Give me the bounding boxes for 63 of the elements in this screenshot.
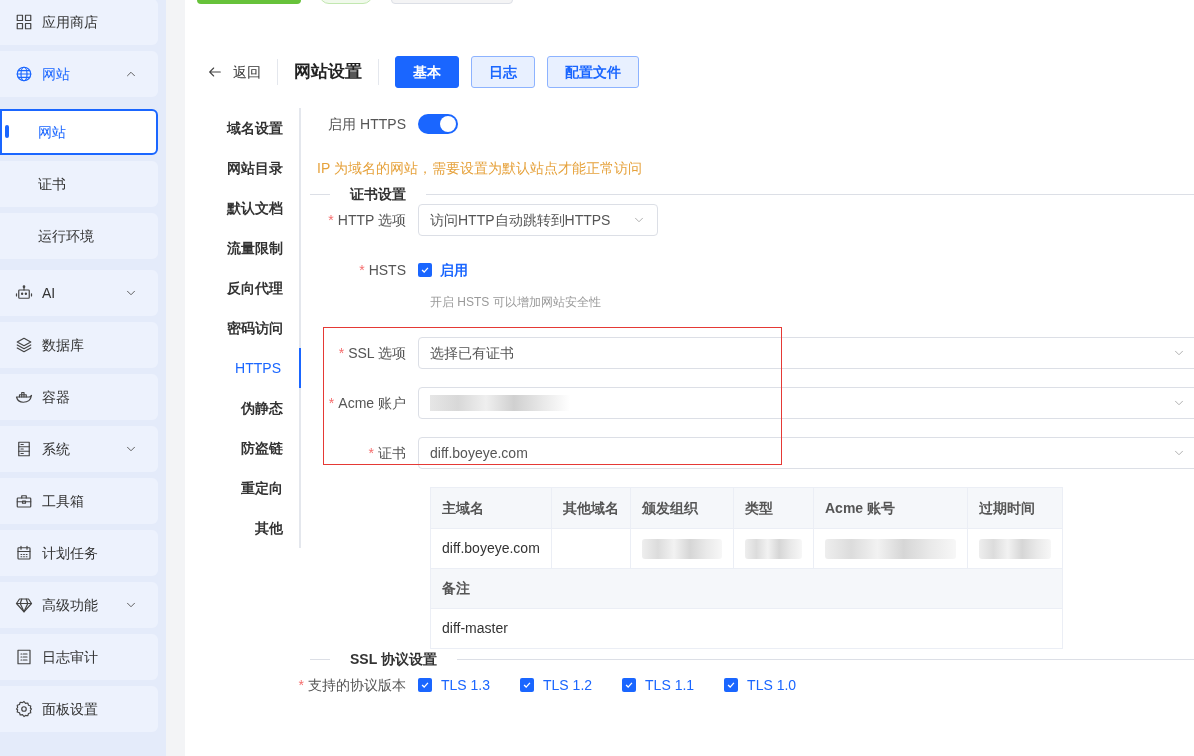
required-mark: * bbox=[359, 260, 365, 280]
back-link[interactable]: 返回 bbox=[207, 61, 261, 83]
sidebar-item[interactable]: 计划任务 bbox=[0, 530, 158, 576]
settings-nav-item[interactable]: 防盗链 bbox=[187, 428, 301, 468]
field-label: 支持的协议版本 bbox=[308, 675, 406, 695]
tab[interactable]: 配置文件 bbox=[547, 56, 639, 88]
checkbox-label[interactable]: TLS 1.3 bbox=[441, 674, 491, 696]
column-header: 颁发组织 bbox=[631, 488, 734, 528]
sidebar-subitem[interactable]: 证书 bbox=[0, 161, 158, 207]
field-label: Acme 账户 bbox=[338, 393, 406, 413]
sidebar-item[interactable]: 应用商店 bbox=[0, 0, 158, 45]
field-label: 证书 bbox=[378, 443, 406, 463]
settings-nav-item[interactable]: 流量限制 bbox=[187, 228, 301, 268]
sidebar-item[interactable]: 工具箱 bbox=[0, 478, 158, 524]
column-header: 备注 bbox=[442, 579, 470, 598]
select-field[interactable]: diff.boyeye.com bbox=[418, 437, 1194, 469]
required-mark: * bbox=[368, 443, 374, 463]
tab[interactable]: 日志 bbox=[471, 56, 535, 88]
page-title: 网站设置 bbox=[294, 61, 362, 84]
settings-nav-item[interactable]: 域名设置 bbox=[187, 108, 301, 148]
field-label: SSL 选项 bbox=[348, 343, 406, 363]
sidebar-item[interactable]: 面板设置 bbox=[0, 686, 158, 732]
warning-text: IP 为域名的网站，需要设置为默认站点才能正常访问 bbox=[317, 158, 642, 178]
sidebar-subitem[interactable]: 运行环境 bbox=[0, 213, 158, 259]
required-mark: * bbox=[328, 393, 335, 413]
required-mark: * bbox=[328, 210, 334, 230]
column-header: 其他域名 bbox=[552, 488, 631, 528]
sidebar-item[interactable]: AI bbox=[0, 270, 158, 316]
column-header: Acme 账号 bbox=[814, 488, 968, 528]
field-label: 启用 HTTPS bbox=[328, 114, 406, 134]
required-mark: * bbox=[298, 675, 304, 695]
column-header: 过期时间 bbox=[978, 498, 1036, 518]
settings-nav-item[interactable]: 其他 bbox=[187, 508, 301, 548]
sidebar-item[interactable]: 日志审计 bbox=[0, 634, 158, 680]
sidebar-item[interactable]: 系统 bbox=[0, 426, 158, 472]
settings-nav-item[interactable]: 伪静态 bbox=[187, 388, 301, 428]
settings-nav-item[interactable]: 默认文档 bbox=[187, 188, 301, 228]
checkbox-label[interactable]: TLS 1.0 bbox=[747, 674, 797, 696]
hint-text: 开启 HSTS 可以增加网站安全性 bbox=[430, 294, 601, 311]
column-header: 类型 bbox=[734, 488, 814, 528]
select-field[interactable]: 选择已有证书 bbox=[418, 337, 1194, 369]
settings-nav-item[interactable]: 密码访问 bbox=[187, 308, 301, 348]
section-title: SSL 协议设置 bbox=[349, 649, 438, 669]
select-field[interactable]: 访问HTTP自动跳转到HTTPS bbox=[418, 204, 658, 236]
table-cell-text: diff-master bbox=[442, 619, 508, 638]
settings-nav-item[interactable]: HTTPS bbox=[187, 348, 301, 388]
tab[interactable]: 基本 bbox=[395, 56, 459, 88]
sidebar-item[interactable]: 高级功能 bbox=[0, 582, 158, 628]
field-label: HSTS bbox=[368, 260, 406, 280]
checkbox-label[interactable]: 启用 bbox=[440, 259, 468, 281]
sidebar-item[interactable]: 数据库 bbox=[0, 322, 158, 368]
sidebar-subitem[interactable]: 网站 bbox=[0, 109, 158, 155]
required-mark: * bbox=[338, 343, 345, 363]
section-title: 证书设置 bbox=[349, 184, 407, 204]
field-label: HTTP 选项 bbox=[337, 210, 406, 230]
sidebar-item[interactable]: 网站 bbox=[0, 51, 158, 97]
column-header: 主域名 bbox=[431, 488, 552, 528]
settings-nav-item[interactable]: 网站目录 bbox=[187, 148, 301, 188]
checkbox-label[interactable]: TLS 1.1 bbox=[645, 674, 695, 696]
sidebar-item[interactable]: 容器 bbox=[0, 374, 158, 420]
settings-nav-item[interactable]: 重定向 bbox=[187, 468, 301, 508]
settings-nav-item[interactable]: 反向代理 bbox=[187, 268, 301, 308]
checkbox-label[interactable]: TLS 1.2 bbox=[543, 674, 593, 696]
